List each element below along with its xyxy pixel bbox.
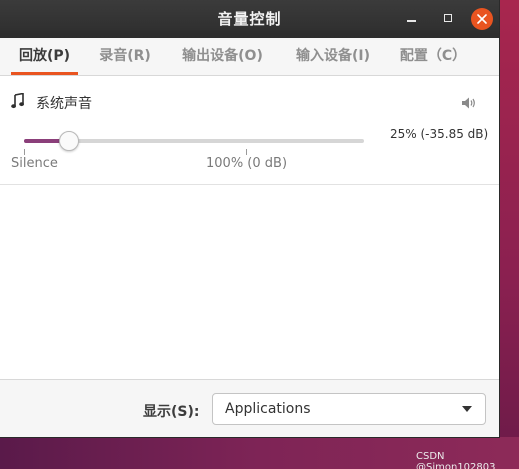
close-icon — [477, 14, 487, 24]
silence-mark-label: Silence — [11, 156, 58, 171]
maximize-button[interactable] — [437, 8, 459, 30]
minimize-icon — [407, 20, 416, 22]
tab-bar: 回放(P) 录音(R) 输出设备(O) 输入设备(I) 配置（C） — [0, 38, 499, 76]
hundred-percent-mark-label: 100% (0 dB) — [206, 156, 288, 171]
tab-output-devices[interactable]: 输出设备(O) — [176, 38, 269, 75]
minimize-button[interactable] — [401, 8, 423, 30]
tab-recording[interactable]: 录音(R) — [95, 38, 155, 75]
show-dropdown-value: Applications — [225, 401, 311, 417]
speaker-icon[interactable] — [461, 96, 477, 110]
stream-row-system-sounds: 系统声音 25% (-35.85 dB) Silence 100% (0 dB) — [0, 76, 499, 185]
close-button[interactable] — [471, 8, 493, 30]
window-title: 音量控制 — [217, 10, 282, 28]
tab-playback[interactable]: 回放(P) — [11, 38, 78, 75]
watermark-text: CSDN @Simon102803 — [416, 451, 496, 469]
stream-name: 系统声音 — [36, 96, 92, 112]
show-dropdown[interactable]: Applications — [212, 393, 486, 425]
tab-input-devices[interactable]: 输入设备(I) — [290, 38, 376, 75]
chevron-down-icon — [462, 406, 472, 412]
show-label: 显示(S): — [143, 404, 200, 420]
silence-tick — [24, 149, 25, 155]
maximize-icon — [444, 14, 452, 22]
volume-percent-label: 25% (-35.85 dB) — [390, 127, 489, 141]
title-bar[interactable]: 音量控制 — [0, 0, 499, 38]
hundred-percent-tick — [246, 149, 247, 155]
volume-control-window: 音量控制 回放(P) 录音(R) 输出设备(O) 输入设备(I) 配置（C） 系… — [0, 0, 499, 437]
music-note-icon — [11, 93, 24, 109]
footer-bar: 显示(S): Applications — [0, 379, 499, 437]
tab-configuration[interactable]: 配置（C） — [397, 38, 469, 75]
volume-slider-handle[interactable] — [59, 131, 80, 151]
